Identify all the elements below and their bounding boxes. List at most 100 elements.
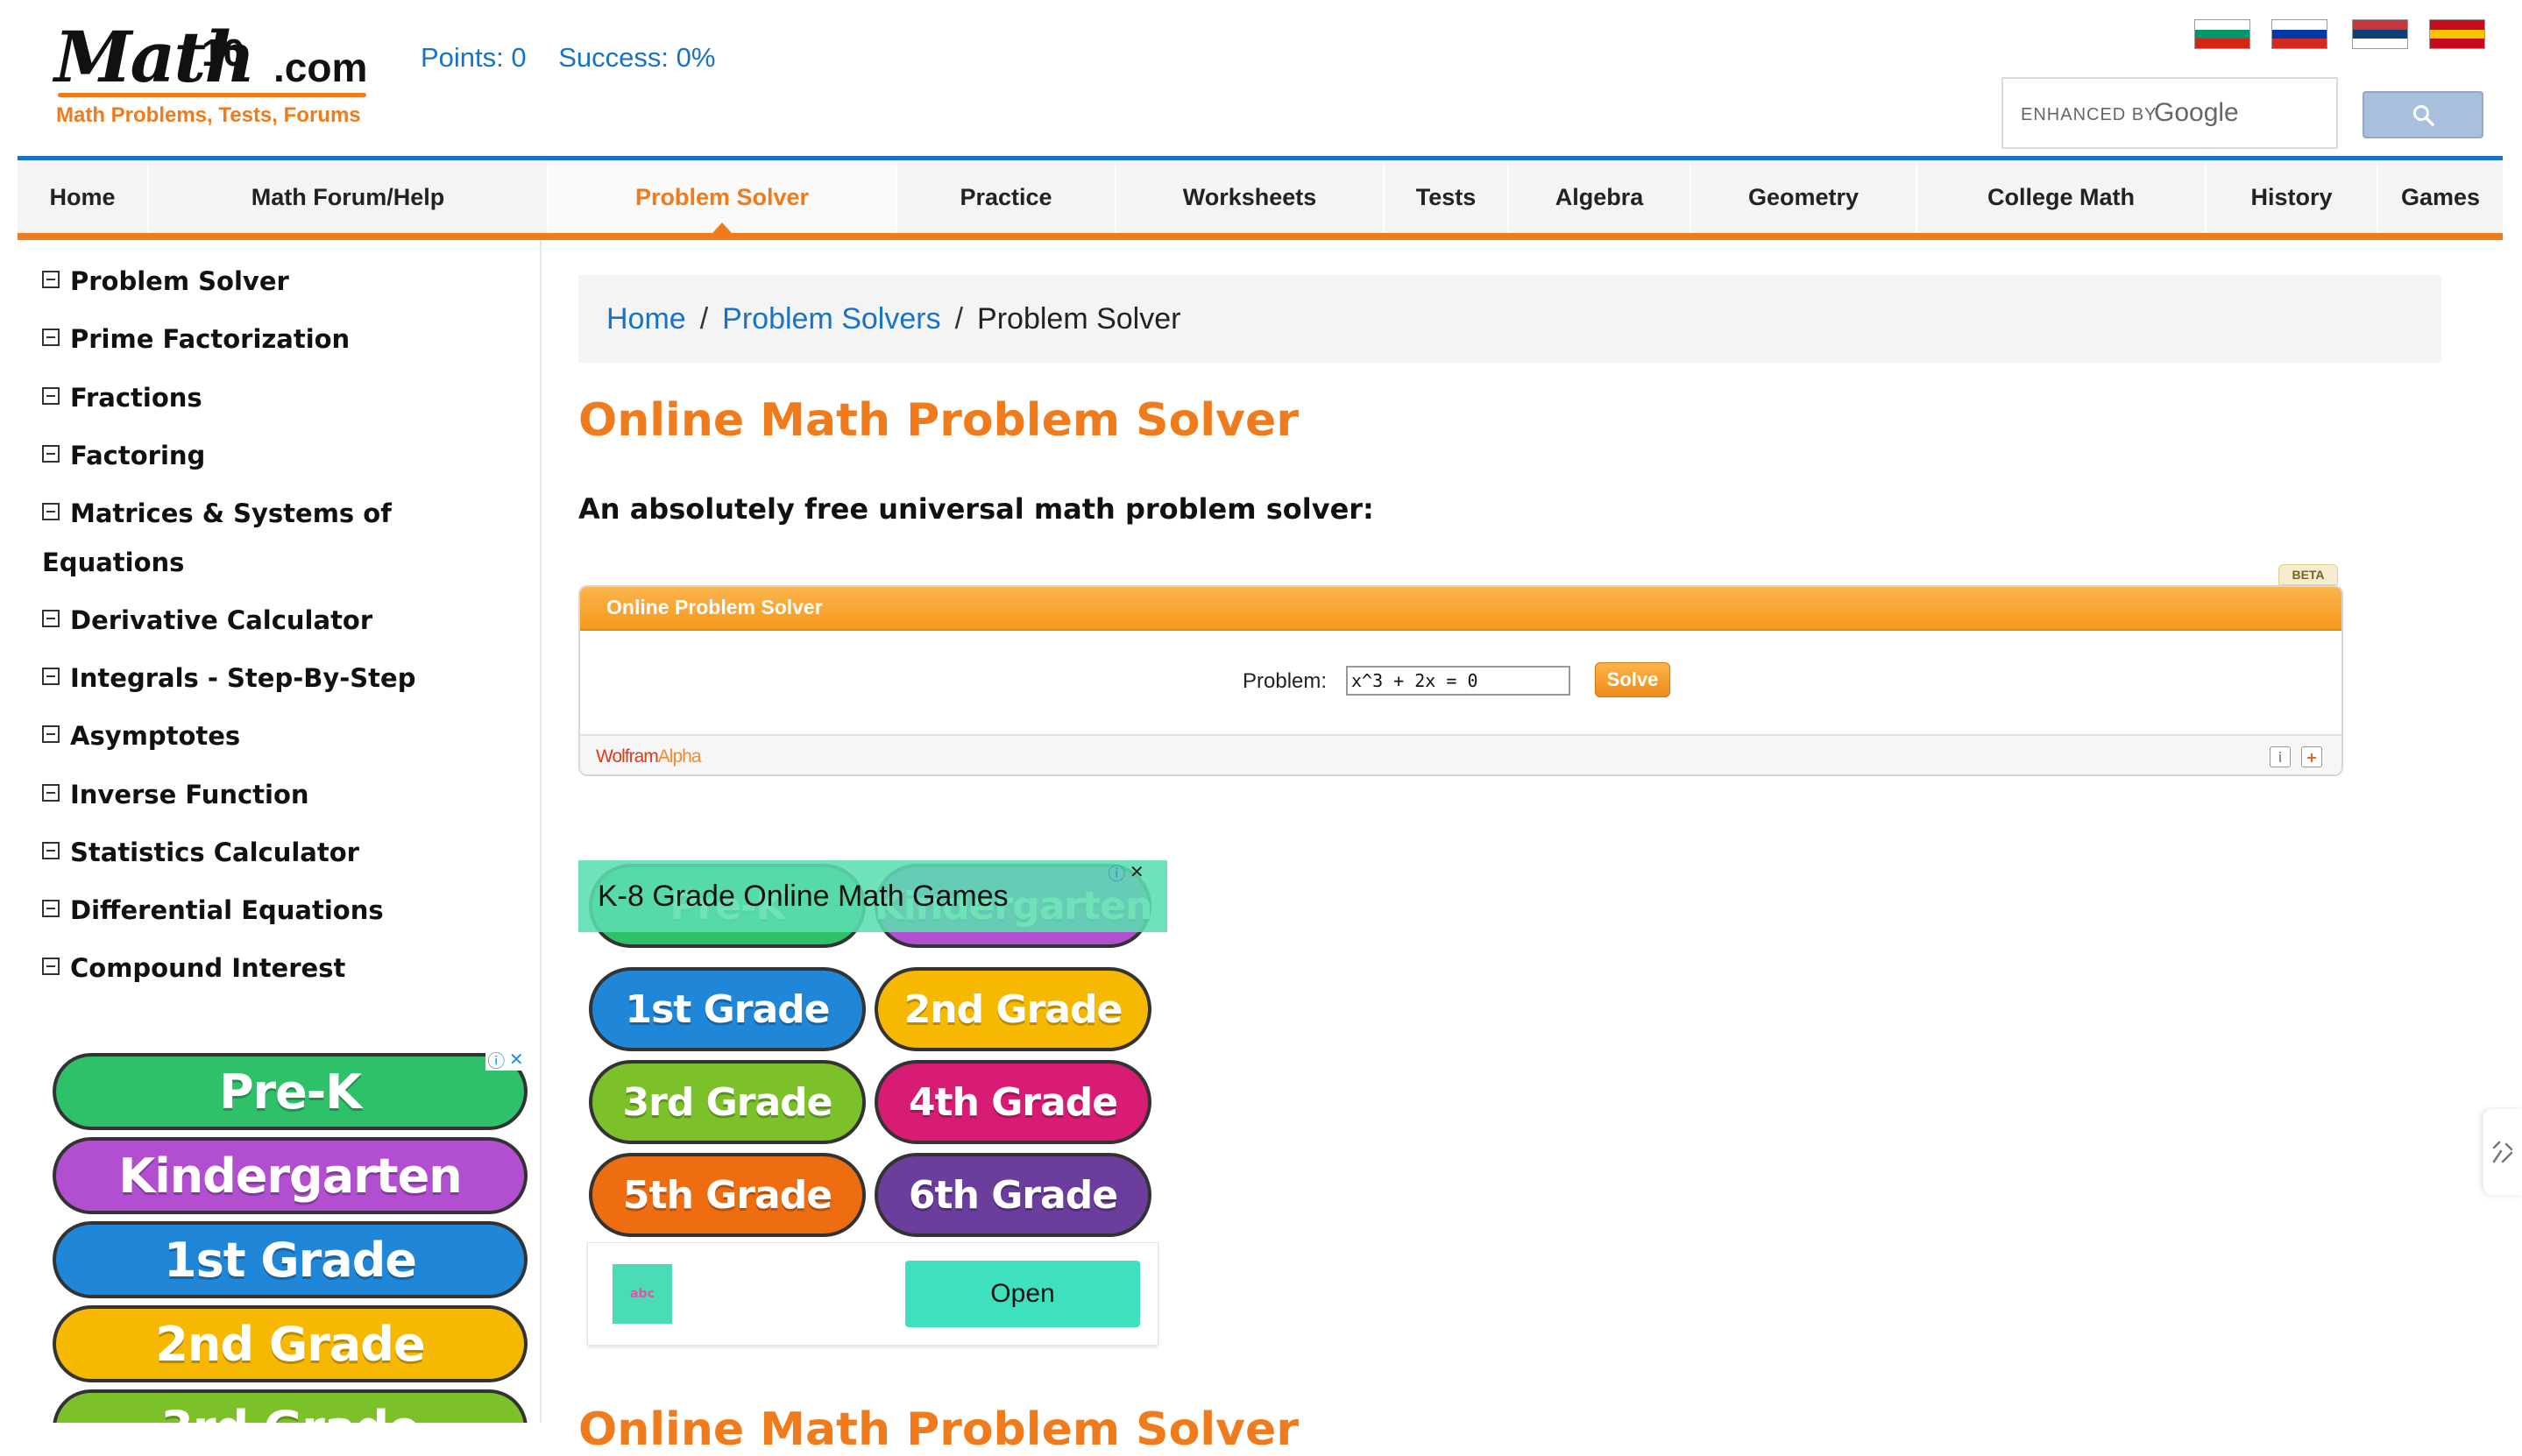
page-title: Online Math Problem Solver: [578, 394, 1299, 447]
bulgarian-flag-icon[interactable]: [2194, 19, 2250, 49]
collapse-icon: [42, 784, 60, 802]
sidebar-item-label: Asymptotes: [70, 721, 241, 751]
logo-ten: 10: [202, 32, 244, 74]
collapse-icon: [42, 842, 60, 859]
ad-pill-kindergarten[interactable]: Kindergarten: [53, 1137, 528, 1214]
ad-header: K-8 Grade Online Math Games ⓘ ✕: [578, 860, 1167, 932]
breadcrumb-solvers-link[interactable]: Problem Solvers: [722, 302, 940, 336]
nav-practice[interactable]: Practice: [897, 160, 1116, 235]
sidebar-item-prime-factorization[interactable]: Prime Factorization: [42, 315, 515, 364]
nav-home[interactable]: Home: [18, 160, 149, 235]
ad-app-thumbnail[interactable]: abc: [613, 1264, 672, 1324]
ad-title: K-8 Grade Online Math Games: [598, 880, 1009, 913]
sidebar-item-integrals[interactable]: Integrals - Step-By-Step: [42, 654, 515, 703]
ad-open-button[interactable]: Open: [905, 1261, 1140, 1327]
site-logo[interactable]: Math 10 .com Math Problems, Tests, Forum…: [54, 18, 370, 127]
wolframalpha-logo[interactable]: WolframAlpha: [596, 746, 702, 767]
ad-cta-bar: abc Open: [587, 1242, 1158, 1346]
ad-info-icon[interactable]: ⓘ: [1108, 860, 1125, 885]
collapse-icon: [42, 958, 60, 975]
ad-pill-5th-grade[interactable]: 5th Grade: [589, 1153, 866, 1237]
nav-problem-solver-label: Problem Solver: [634, 184, 810, 210]
collapse-icon: [42, 329, 60, 346]
active-caret-icon: [712, 223, 732, 233]
math-games-ad[interactable]: K-8 Grade Online Math Games ⓘ✕ Pre-K Kin…: [578, 860, 1167, 1351]
nav-algebra[interactable]: Algebra: [1509, 160, 1691, 235]
breadcrumb-current: Problem Solver: [977, 302, 1181, 336]
logo-tagline: Math Problems, Tests, Forums: [56, 103, 361, 127]
logo-underline: [58, 93, 366, 97]
beta-badge: BETA: [2278, 564, 2338, 585]
ad-close-icon[interactable]: ✕: [509, 1049, 524, 1070]
ad-pill-3rd-grade[interactable]: 3rd Grade: [53, 1389, 528, 1423]
solve-button[interactable]: Solve: [1595, 662, 1670, 697]
search-input[interactable]: [2003, 79, 2340, 149]
russian-flag-icon[interactable]: [2271, 19, 2327, 49]
nav-worksheets[interactable]: Worksheets: [1116, 160, 1385, 235]
breadcrumb: Home / Problem Solvers / Problem Solver: [578, 275, 2441, 363]
serbian-flag-icon[interactable]: [2352, 19, 2408, 49]
ad-pill-3rd-grade[interactable]: 3rd Grade: [589, 1060, 866, 1144]
breadcrumb-home-link[interactable]: Home: [606, 302, 686, 336]
ad-choices-icon[interactable]: ⓘ ✕: [1106, 860, 1146, 885]
sidebar-item-matrices[interactable]: Matrices & Systems of Equations: [42, 489, 515, 587]
site-search-box[interactable]: ENHANCED BY Google: [2001, 77, 2340, 149]
ad-pill-2nd-grade[interactable]: 2nd Grade: [875, 967, 1151, 1051]
collapse-icon: [42, 271, 60, 288]
sidebar-item-fractions[interactable]: Fractions: [42, 373, 515, 422]
side-tool-tab[interactable]: [2483, 1109, 2522, 1195]
nav-history[interactable]: History: [2207, 160, 2378, 235]
sidebar-item-label: Statistics Calculator: [70, 838, 359, 867]
nav-problem-solver[interactable]: Problem Solver: [549, 160, 897, 235]
widget-body: Problem: Solve: [580, 631, 2341, 734]
tool-icon: [2492, 1141, 2513, 1163]
nav-math-forum[interactable]: Math Forum/Help: [149, 160, 549, 235]
nav-college-math[interactable]: College Math: [1917, 160, 2207, 235]
nav-geometry[interactable]: Geometry: [1691, 160, 1917, 235]
sidebar-ad[interactable]: Pre-K Kindergarten 1st Grade 2nd Grade 3…: [53, 1048, 535, 1423]
page-subtitle: An absolutely free universal math proble…: [578, 492, 1374, 526]
collapse-icon: [42, 445, 60, 463]
collapse-icon: [42, 387, 60, 405]
section-heading-cut: Online Math Problem Solver: [578, 1403, 1299, 1456]
ad-info-icon[interactable]: ⓘ: [487, 1048, 505, 1072]
sidebar-item-asymptotes[interactable]: Asymptotes: [42, 711, 515, 760]
breadcrumb-separator: /: [954, 302, 964, 336]
sidebar-item-statistics-calculator[interactable]: Statistics Calculator: [42, 828, 515, 877]
ad-pill-6th-grade[interactable]: 6th Grade: [875, 1153, 1151, 1237]
sidebar-item-label: Compound Interest: [70, 953, 346, 983]
ad-pill-1st-grade[interactable]: 1st Grade: [589, 967, 866, 1051]
ad-pill-prek[interactable]: Pre-K: [53, 1053, 528, 1130]
info-icon[interactable]: i: [2270, 746, 2291, 767]
spanish-flag-icon[interactable]: [2429, 19, 2485, 49]
ad-pill-4th-grade[interactable]: 4th Grade: [875, 1060, 1151, 1144]
nav-games[interactable]: Games: [2378, 160, 2503, 235]
problem-input[interactable]: [1346, 666, 1570, 696]
problem-label: Problem:: [1243, 669, 1328, 693]
sidebar-item-label: Integrals - Step-By-Step: [70, 663, 416, 693]
sidebar-item-compound-interest[interactable]: Compound Interest: [42, 944, 515, 993]
logo-dotcom: .com: [273, 45, 368, 90]
nav-tests[interactable]: Tests: [1385, 160, 1509, 235]
ad-choices-icon[interactable]: ⓘ ✕: [485, 1048, 526, 1071]
sidebar-item-derivative-calculator[interactable]: Derivative Calculator: [42, 596, 515, 645]
success-rate: Success: 0%: [558, 42, 716, 73]
add-widget-icon[interactable]: +: [2301, 746, 2322, 767]
sidebar-item-label: Inverse Function: [70, 780, 309, 809]
ad-pill-2nd-grade[interactable]: 2nd Grade: [53, 1305, 528, 1382]
wolfram-problem-solver-widget: Online Problem Solver Problem: Solve Wol…: [578, 585, 2343, 776]
search-button[interactable]: [2363, 91, 2483, 138]
alpha-wordmark: Alpha: [657, 746, 702, 767]
main-nav: Home Math Forum/Help Problem Solver Prac…: [18, 160, 2503, 235]
sidebar-item-inverse-function[interactable]: Inverse Function: [42, 770, 515, 819]
ad-close-icon[interactable]: ✕: [1130, 861, 1144, 882]
collapse-icon: [42, 503, 60, 520]
sidebar-item-factoring[interactable]: Factoring: [42, 431, 515, 480]
ad-pill-1st-grade[interactable]: 1st Grade: [53, 1221, 528, 1298]
nav-bottom-border: [18, 233, 2503, 240]
sidebar-item-problem-solver[interactable]: Problem Solver: [42, 257, 515, 306]
user-stats: Points: 0 Success: 0%: [421, 42, 740, 74]
collapse-icon: [42, 610, 60, 627]
sidebar-divider: [540, 240, 542, 1423]
sidebar-item-differential-equations[interactable]: Differential Equations: [42, 886, 515, 935]
